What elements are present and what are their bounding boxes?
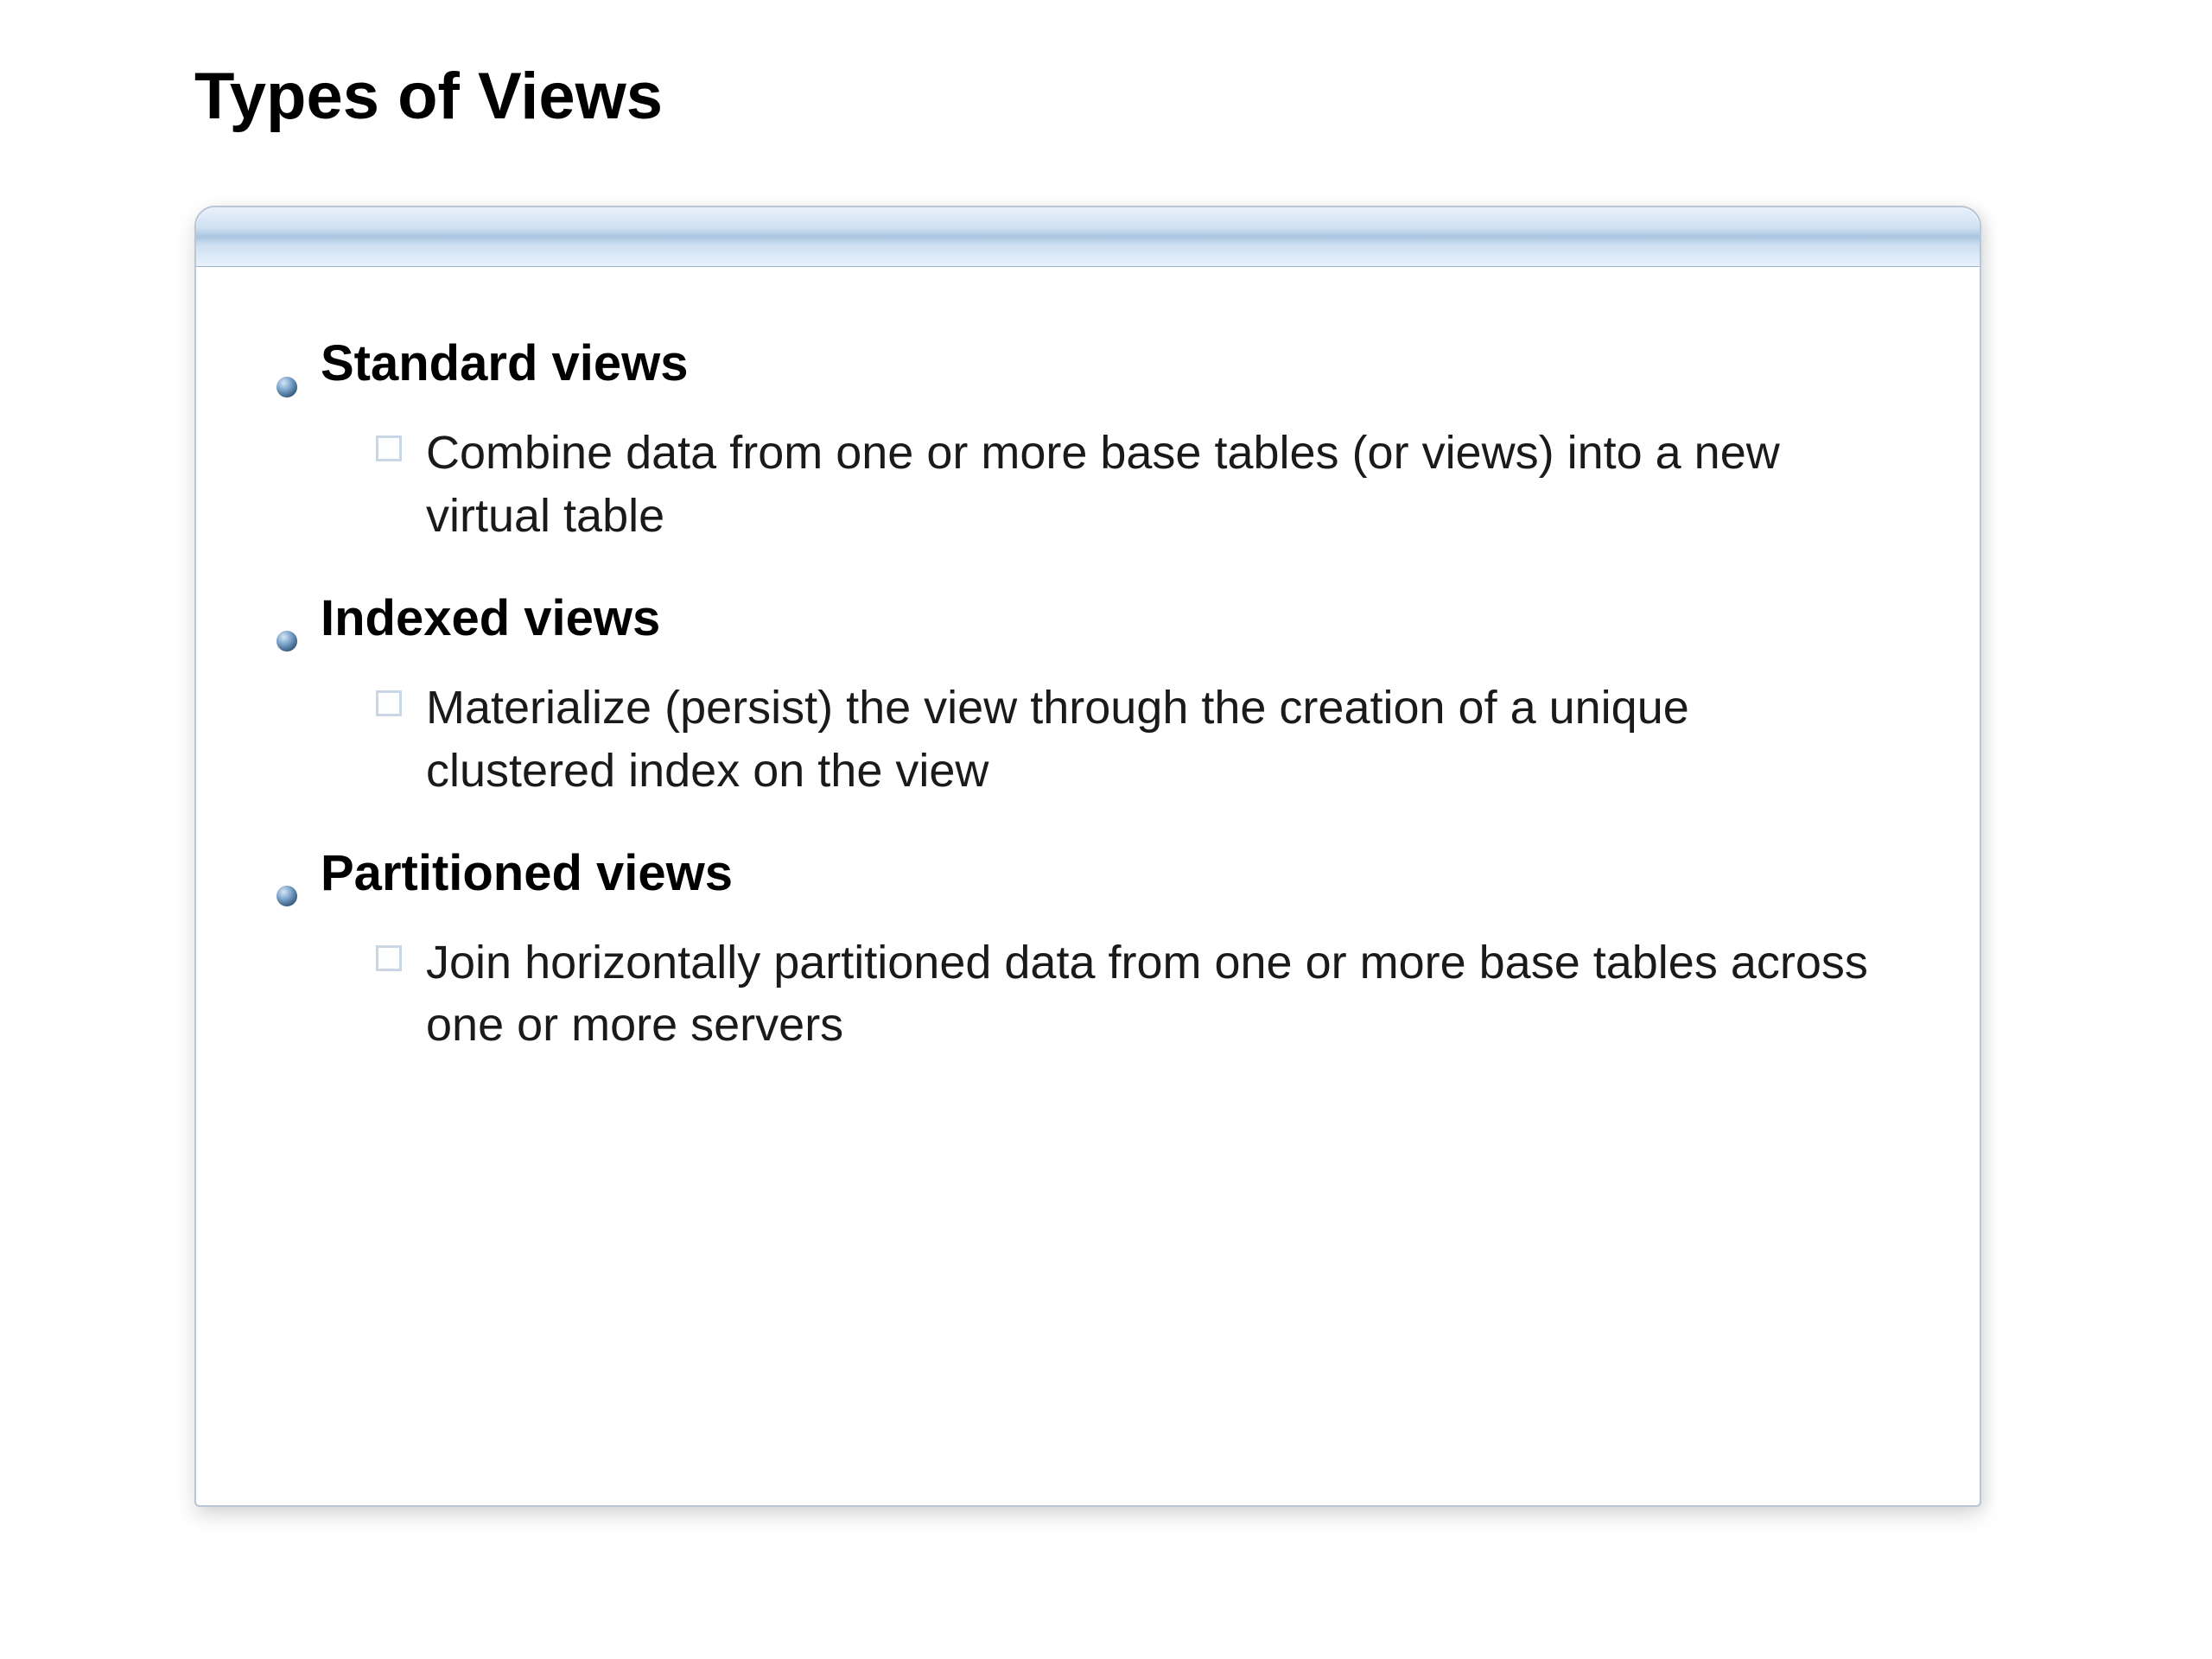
- sphere-bullet-icon: [276, 353, 298, 375]
- item-heading-partitioned-views: Partitioned views: [276, 844, 1919, 902]
- item-heading-standard-views: Standard views: [276, 334, 1919, 392]
- sphere-bullet-icon: [276, 861, 298, 884]
- item-heading-label: Indexed views: [321, 589, 660, 647]
- item-description: Materialize (persist) the view through t…: [276, 677, 1919, 803]
- item-description: Join horizontally partitioned data from …: [276, 931, 1919, 1058]
- panel-body: Standard views Combine data from one or …: [196, 267, 1980, 1133]
- item-description-text: Materialize (persist) the view through t…: [426, 677, 1885, 803]
- list-item: Standard views Combine data from one or …: [276, 334, 1919, 548]
- list-item: Partitioned views Join horizontally part…: [276, 844, 1919, 1058]
- item-description: Combine data from one or more base table…: [276, 422, 1919, 548]
- list-item: Indexed views Materialize (persist) the …: [276, 589, 1919, 803]
- slide-title: Types of Views: [194, 59, 663, 134]
- item-heading-label: Standard views: [321, 334, 688, 392]
- item-description-text: Join horizontally partitioned data from …: [426, 931, 1885, 1058]
- slide: Types of Views: [0, 0, 2212, 1659]
- item-description-text: Combine data from one or more base table…: [426, 422, 1885, 548]
- hollow-square-icon: [376, 435, 402, 461]
- sphere-bullet-icon: [276, 607, 298, 629]
- panel-header-bar: [196, 207, 1980, 267]
- hollow-square-icon: [376, 945, 402, 971]
- item-heading-indexed-views: Indexed views: [276, 589, 1919, 647]
- item-heading-label: Partitioned views: [321, 844, 733, 902]
- content-panel: Standard views Combine data from one or …: [194, 206, 1981, 1507]
- hollow-square-icon: [376, 690, 402, 716]
